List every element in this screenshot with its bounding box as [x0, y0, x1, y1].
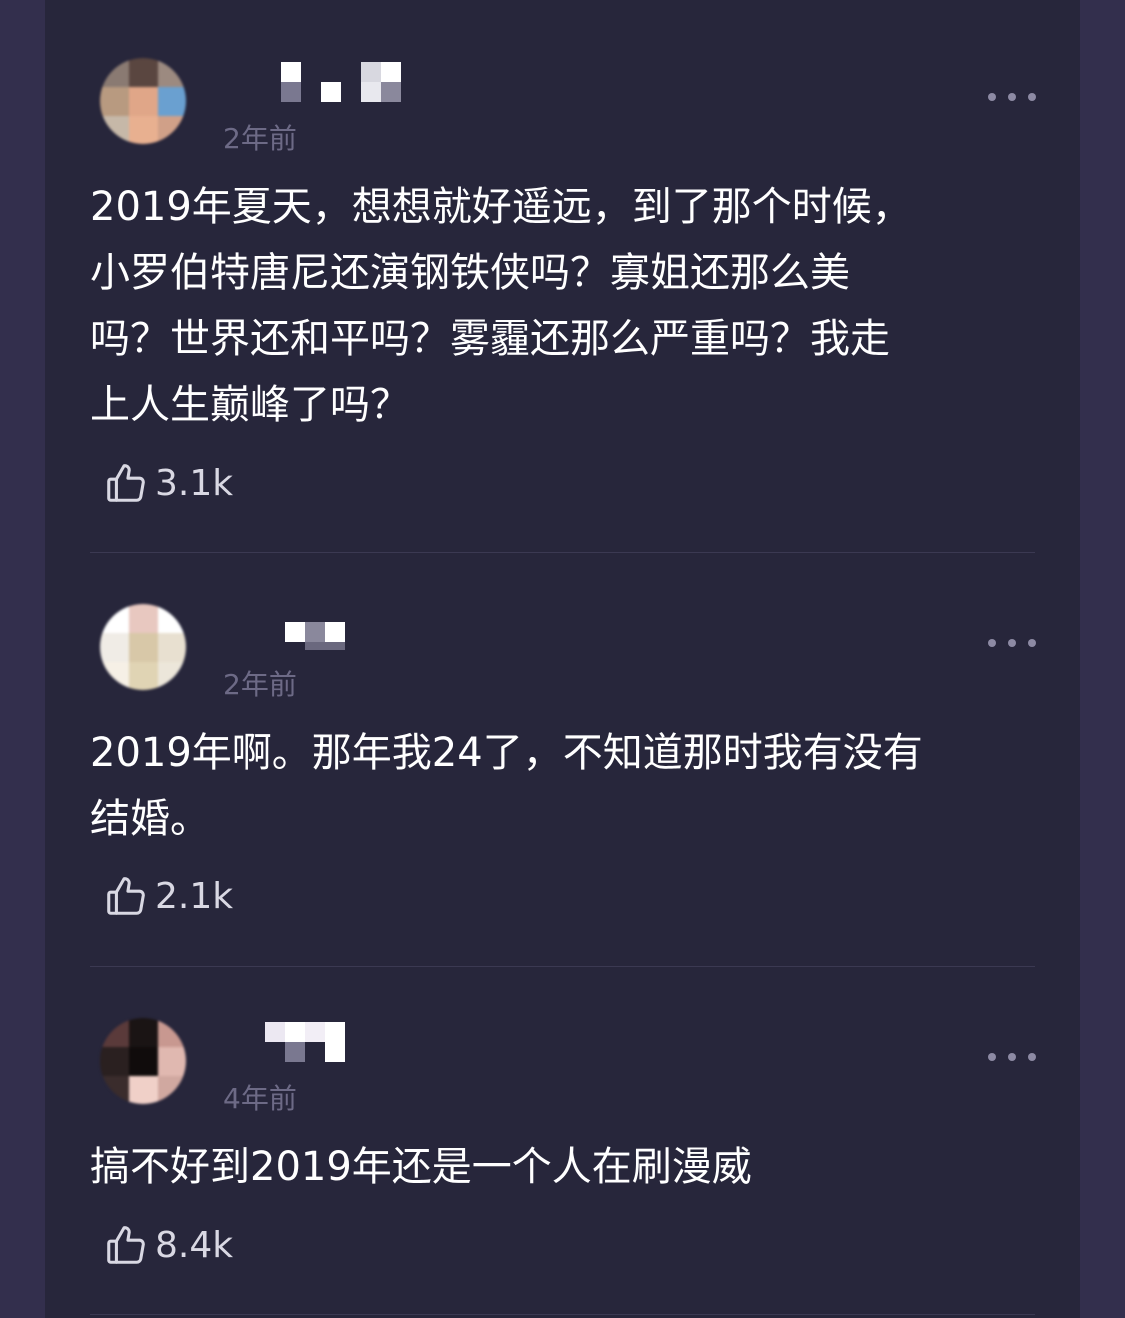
like-count: 2.1k — [155, 875, 234, 917]
like-button[interactable]: 2.1k — [103, 871, 233, 921]
more-dots-icon[interactable] — [988, 638, 1036, 648]
more-dots-icon[interactable] — [988, 1052, 1036, 1062]
divider — [90, 1314, 1035, 1315]
avatar[interactable] — [100, 1018, 186, 1104]
username-pixelated[interactable] — [223, 622, 353, 664]
like-button[interactable]: 8.4k — [103, 1220, 233, 1270]
comment-text: 2019年夏天，想想就好遥远，到了那个时候， 小罗伯特唐尼还演钢铁侠吗？寡姐还那… — [90, 184, 912, 428]
divider — [90, 552, 1035, 553]
avatar[interactable] — [100, 58, 186, 144]
thumbs-up-icon — [107, 1226, 145, 1264]
comment-timestamp: 4年前 — [223, 1082, 297, 1115]
username-pixelated[interactable] — [223, 62, 403, 104]
thumbs-up-icon — [107, 464, 145, 502]
comment-text: 2019年啊。那年我24了，不知道那时我有没有 结婚。 — [90, 730, 923, 842]
avatar[interactable] — [100, 604, 186, 690]
divider — [90, 966, 1035, 967]
username-pixelated[interactable] — [223, 1022, 353, 1064]
like-button[interactable]: 3.1k — [103, 458, 233, 508]
comment-timestamp: 2年前 — [223, 122, 297, 155]
like-count: 8.4k — [155, 1224, 234, 1266]
comment-text: 搞不好到2019年还是一个人在刷漫威 — [90, 1144, 752, 1190]
comment-panel: 2年前 2019年夏天，想想就好遥远，到了那个时候， 小罗伯特唐尼还演钢铁侠吗？… — [45, 0, 1080, 1318]
comment-timestamp: 2年前 — [223, 668, 297, 701]
thumbs-up-icon — [107, 877, 145, 915]
more-dots-icon[interactable] — [988, 92, 1036, 102]
like-count: 3.1k — [155, 462, 234, 504]
